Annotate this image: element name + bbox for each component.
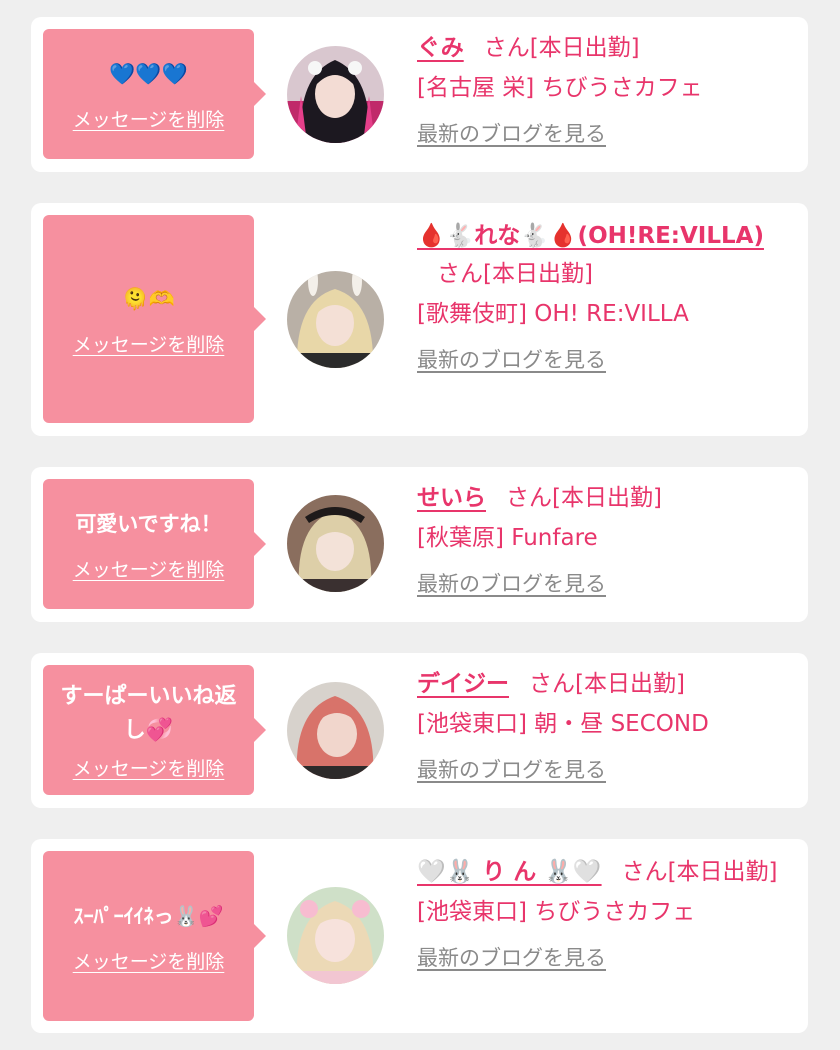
view-blog-link[interactable]: 最新のブログを見る — [417, 119, 606, 149]
delete-message-link[interactable]: メッセージを削除 — [73, 555, 225, 582]
avatar[interactable] — [287, 495, 384, 592]
message-bubble: 可愛いですね！ メッセージを削除 — [43, 479, 266, 609]
list-item: 🫠🫶 メッセージを削除 🩸🐇れな🐇🩸(OH!RE:VILLA) さん[本日出勤] … — [31, 203, 808, 436]
status-text: さん[本日出勤] — [621, 859, 778, 885]
cast-name-link[interactable]: せいら — [417, 485, 486, 511]
name-row: 🤍🐰 り ん 🐰🤍 さん[本日出勤] — [417, 853, 792, 891]
view-blog-link[interactable]: 最新のブログを見る — [417, 569, 606, 599]
message-text: すーぱーいいね返し💞 — [60, 683, 237, 743]
delete-message-link[interactable]: メッセージを削除 — [73, 330, 225, 357]
name-row: 🩸🐇れな🐇🩸(OH!RE:VILLA) さん[本日出勤] — [417, 217, 792, 293]
message-bubble: 🫠🫶 メッセージを削除 — [43, 215, 266, 423]
name-row: せいら さん[本日出勤] — [417, 479, 792, 517]
cast-name-link[interactable]: 🩸🐇れな🐇🩸(OH!RE:VILLA) — [417, 223, 764, 249]
list-item: 可愛いですね！ メッセージを削除 せいら さん[本日出勤] [秋葉原] Funfa… — [31, 467, 808, 622]
item-info: せいら さん[本日出勤] [秋葉原] Funfare 最新のブログを見る — [417, 479, 792, 599]
status-text: さん[本日出勤] — [437, 261, 593, 287]
shop-text: [池袋東口] ちびうさカフェ — [417, 899, 696, 925]
shop-text: [池袋東口] 朝・昼 SECOND — [417, 711, 709, 737]
view-blog-link[interactable]: 最新のブログを見る — [417, 755, 606, 785]
avatar[interactable] — [287, 46, 384, 143]
name-row: デイジー さん[本日出勤] — [417, 665, 792, 703]
message-text: 🫠🫶 — [122, 286, 175, 311]
message-bubble: 💙💙💙 メッセージを削除 — [43, 29, 266, 159]
avatar[interactable] — [287, 271, 384, 368]
cast-name-link[interactable]: ぐみ — [417, 35, 464, 61]
delete-message-link[interactable]: メッセージを削除 — [73, 947, 225, 974]
status-text: さん[本日出勤] — [529, 671, 685, 697]
item-info: 🤍🐰 り ん 🐰🤍 さん[本日出勤] [池袋東口] ちびうさカフェ 最新のブログを… — [417, 853, 792, 973]
shop-text: [歌舞伎町] OH! RE:VILLA — [417, 301, 689, 327]
message-text: 可愛いですね！ — [75, 511, 222, 536]
avatar[interactable] — [287, 682, 384, 779]
message-bubble: ｽｰﾊﾟｰｲｲﾈっ🐰💕 メッセージを削除 — [43, 851, 266, 1021]
message-list: 💙💙💙 メッセージを削除 ぐみ さん[本日出勤] [名古屋 栄] ちびうさカフェ … — [0, 0, 840, 1050]
cast-name-link[interactable]: デイジー — [417, 671, 509, 697]
delete-message-link[interactable]: メッセージを削除 — [73, 105, 225, 132]
list-item: すーぱーいいね返し💞 メッセージを削除 デイジー さん[本日出勤] [池袋東口] … — [31, 653, 808, 808]
message-text: ｽｰﾊﾟｰｲｲﾈっ🐰💕 — [73, 903, 224, 928]
view-blog-link[interactable]: 最新のブログを見る — [417, 943, 606, 973]
shop-text: [名古屋 栄] ちびうさカフェ — [417, 75, 703, 101]
view-blog-link[interactable]: 最新のブログを見る — [417, 345, 606, 375]
item-info: ぐみ さん[本日出勤] [名古屋 栄] ちびうさカフェ 最新のブログを見る — [417, 29, 792, 149]
delete-message-link[interactable]: メッセージを削除 — [73, 754, 225, 781]
list-item: ｽｰﾊﾟｰｲｲﾈっ🐰💕 メッセージを削除 🤍🐰 り ん 🐰🤍 さん[本日出勤] [… — [31, 839, 808, 1033]
status-text: さん[本日出勤] — [506, 485, 662, 511]
message-bubble: すーぱーいいね返し💞 メッセージを削除 — [43, 665, 266, 795]
item-info: 🩸🐇れな🐇🩸(OH!RE:VILLA) さん[本日出勤] [歌舞伎町] OH! R… — [417, 217, 792, 375]
list-item: 💙💙💙 メッセージを削除 ぐみ さん[本日出勤] [名古屋 栄] ちびうさカフェ … — [31, 17, 808, 172]
message-text: 💙💙💙 — [109, 61, 188, 86]
item-info: デイジー さん[本日出勤] [池袋東口] 朝・昼 SECOND 最新のブログを見る — [417, 665, 792, 785]
status-text: さん[本日出勤] — [483, 35, 640, 61]
cast-name-link[interactable]: 🤍🐰 り ん 🐰🤍 — [417, 859, 602, 885]
shop-text: [秋葉原] Funfare — [417, 525, 598, 551]
avatar[interactable] — [287, 887, 384, 984]
name-row: ぐみ さん[本日出勤] — [417, 29, 792, 67]
